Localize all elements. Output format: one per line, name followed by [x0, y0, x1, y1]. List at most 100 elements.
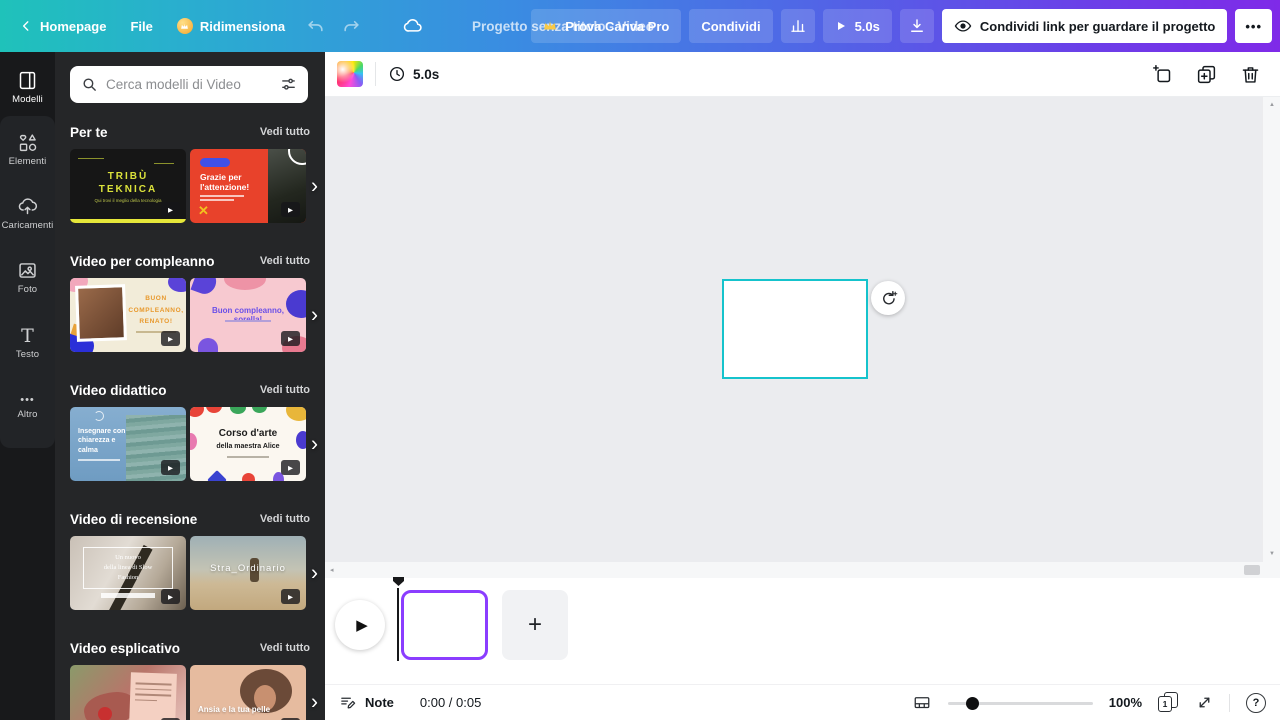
- sidebar-item-modelli[interactable]: Modelli: [0, 62, 55, 112]
- template-thumb-ricetta[interactable]: ▶: [70, 665, 186, 720]
- template-thumb-compleanno-sorella[interactable]: Buon compleanno, sorella! ▶: [190, 278, 306, 352]
- timeline-play-button[interactable]: ▶: [335, 600, 385, 650]
- pro-crown-icon: [177, 18, 193, 34]
- sidebar-item-label: Foto: [18, 284, 37, 295]
- timeline-view-icon[interactable]: [912, 694, 932, 712]
- add-page-icon[interactable]: [1150, 62, 1174, 86]
- play-icon: ▶: [161, 202, 180, 217]
- sidebar-item-caricamenti[interactable]: Caricamenti: [0, 188, 55, 238]
- clock-icon: [388, 65, 406, 83]
- preview-play-button[interactable]: 5.0s: [823, 9, 892, 43]
- thumb-title: Grazie per l'attenzione!: [200, 172, 262, 192]
- duplicate-page-icon[interactable]: [1194, 62, 1218, 86]
- see-all-link[interactable]: Vedi tutto: [260, 642, 310, 654]
- filter-icon[interactable]: [280, 76, 297, 93]
- share-button[interactable]: Condividi: [689, 9, 772, 43]
- object-toolbar: 5.0s: [325, 52, 1280, 97]
- search-bar[interactable]: [70, 66, 308, 103]
- try-canva-pro-button[interactable]: Prova Canva Pro: [531, 9, 681, 43]
- share-view-link-button[interactable]: Condividi link per guardare il progetto: [942, 9, 1227, 43]
- scroll-right-chevron[interactable]: ›: [311, 692, 318, 713]
- horizontal-scrollbar[interactable]: ◂ ▸: [325, 562, 1280, 578]
- sidebar-item-foto[interactable]: Foto: [0, 252, 55, 302]
- section-title: Video esplicativo: [70, 641, 180, 656]
- see-all-link[interactable]: Vedi tutto: [260, 513, 310, 525]
- page-duration-button[interactable]: 5.0s: [388, 65, 439, 83]
- play-icon: ▶: [161, 589, 180, 604]
- sidebar-item-elementi[interactable]: Elementi: [0, 124, 55, 174]
- sidebar-item-label: Testo: [16, 349, 39, 360]
- play-icon: [835, 20, 847, 32]
- see-all-link[interactable]: Vedi tutto: [260, 384, 310, 396]
- scrollbar-thumb[interactable]: [1244, 565, 1260, 575]
- resize-button[interactable]: Ridimensiona: [166, 9, 296, 43]
- side-rail: Modelli Elementi Caricamenti Foto T Test…: [0, 52, 55, 720]
- vertical-scrollbar[interactable]: ▲ ▼: [1262, 97, 1280, 562]
- more-options-button[interactable]: •••: [1235, 9, 1272, 43]
- chevron-left-icon: [19, 19, 33, 33]
- template-thumb-insegnare[interactable]: Insegnare con chiarezza e calma ▶: [70, 407, 186, 481]
- template-thumb-stra-ordinario[interactable]: Stra_Ordinario ▶: [190, 536, 306, 610]
- back-homepage-button[interactable]: Homepage: [8, 9, 117, 43]
- template-thumb-slow-fashion[interactable]: Un nuovo della linea di Slow Fashion ▶: [70, 536, 186, 610]
- template-thumb-compleanno-renato[interactable]: BUON COMPLEANNO, RENATO! ▶: [70, 278, 186, 352]
- zoom-slider[interactable]: [948, 696, 1093, 710]
- top-bar-left: Homepage File Ridimensiona: [8, 9, 430, 43]
- notes-button[interactable]: Note: [339, 694, 394, 711]
- cloud-save-button[interactable]: [396, 9, 430, 43]
- file-menu-button[interactable]: File: [119, 9, 163, 43]
- status-bar-right: 100% 1 ?: [912, 692, 1266, 713]
- scroll-right-chevron[interactable]: ›: [311, 305, 318, 326]
- try-canva-pro-label: Prova Canva Pro: [565, 19, 669, 34]
- scroll-right-chevron[interactable]: ›: [311, 434, 318, 455]
- scroll-up-icon[interactable]: ▲: [1263, 102, 1280, 108]
- templates-icon: [17, 70, 38, 91]
- thumb-subtitle: della maestra Alice: [190, 443, 306, 450]
- notes-icon: [339, 694, 356, 711]
- top-bar-right: Prova Canva Pro Condividi 5.0s: [531, 0, 1272, 52]
- stats-button[interactable]: [781, 9, 815, 43]
- sidebar-item-altro[interactable]: ••• Altro: [0, 382, 55, 432]
- redo-button[interactable]: [334, 9, 368, 43]
- timeline-page-1[interactable]: [401, 590, 488, 660]
- thumb-title: Stra_Ordinario: [190, 563, 306, 574]
- delete-page-icon[interactable]: [1238, 62, 1262, 86]
- scroll-down-icon[interactable]: ▼: [1263, 551, 1280, 557]
- thumb-title: Insegnare con chiarezza e calma: [78, 427, 130, 455]
- undo-button[interactable]: [298, 9, 332, 43]
- template-thumb-tribu-teknica[interactable]: TRIBÙTEKNICA Qui trovi il meglio della t…: [70, 149, 186, 223]
- rotate-handle[interactable]: [871, 281, 905, 315]
- sidebar-item-testo[interactable]: T Testo: [0, 318, 55, 368]
- timeline-add-page-button[interactable]: +: [502, 590, 568, 660]
- zoom-level[interactable]: 100%: [1109, 695, 1142, 710]
- section-didattico: Video didattico Vedi tutto Insegnare con…: [70, 381, 310, 481]
- search-input[interactable]: [106, 77, 272, 92]
- pages-view-button[interactable]: 1: [1158, 692, 1180, 713]
- download-button[interactable]: [900, 9, 934, 43]
- scroll-right-chevron[interactable]: ›: [311, 176, 318, 197]
- scroll-left-icon[interactable]: ◂: [330, 566, 334, 574]
- sidebar-item-label: Caricamenti: [2, 220, 54, 231]
- zoom-slider-knob[interactable]: [966, 697, 979, 710]
- see-all-link[interactable]: Vedi tutto: [260, 255, 310, 267]
- crown-icon: [543, 20, 557, 32]
- resize-label: Ridimensiona: [200, 19, 285, 34]
- notes-label: Note: [365, 695, 394, 710]
- help-button[interactable]: ?: [1246, 693, 1266, 713]
- template-thumb-grazie[interactable]: Grazie per l'attenzione! ✕ ▶: [190, 149, 306, 223]
- see-all-link[interactable]: Vedi tutto: [260, 126, 310, 138]
- selected-page-element[interactable]: [722, 279, 868, 379]
- play-icon: ▶: [281, 589, 300, 604]
- eye-icon: [954, 17, 972, 35]
- thumb-title: Ansia e la tua pelle: [198, 705, 276, 714]
- page-actions: [1150, 62, 1268, 86]
- playhead-line: [397, 588, 399, 661]
- background-color-picker[interactable]: [337, 61, 363, 87]
- preview-duration-label: 5.0s: [855, 19, 880, 34]
- fullscreen-icon[interactable]: [1196, 694, 1213, 711]
- section-compleanno: Video per compleanno Vedi tutto BUON COM…: [70, 252, 310, 352]
- scroll-right-chevron[interactable]: ›: [311, 563, 318, 584]
- template-thumb-corso-arte[interactable]: Corso d'arte della maestra Alice ▶: [190, 407, 306, 481]
- template-thumb-ansia-pelle[interactable]: Ansia e la tua pelle ▶: [190, 665, 306, 720]
- section-recensione: Video di recensione Vedi tutto Un nuovo …: [70, 510, 310, 610]
